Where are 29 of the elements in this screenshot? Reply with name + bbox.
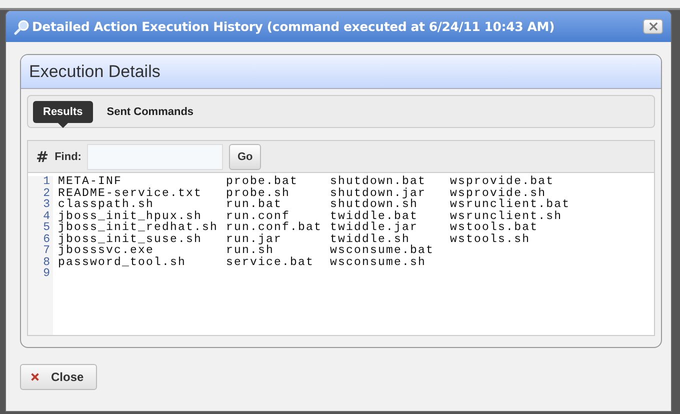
find-field[interactable] xyxy=(87,144,224,170)
find-label: Find: xyxy=(54,150,82,162)
line-number: 5 xyxy=(42,222,50,234)
line-number: 8 xyxy=(42,256,50,268)
output-line: classpath.sh run.bat shutdown.sh wsrunclient.bat xyxy=(58,199,570,210)
line-number: 9 xyxy=(42,268,50,280)
line-number: 6 xyxy=(42,234,50,245)
magnifier-icon xyxy=(14,18,30,34)
output-line: jboss_init_hpux.sh run.conf twiddle.bat wsrunclient.sh xyxy=(58,210,564,222)
close-icon[interactable] xyxy=(643,19,663,34)
window-title: Detailed Action Execution History (command executed at 6/24/11 10:43 AM) xyxy=(32,19,556,34)
line-numbers-toggle[interactable]: # xyxy=(36,148,49,166)
tab-pointer-icon xyxy=(58,122,68,128)
close-button[interactable]: Close xyxy=(20,364,97,390)
output-line: jboss_init_suse.sh run.jar twiddle.sh wstools.sh xyxy=(58,234,532,245)
line-number: 1 xyxy=(42,176,50,188)
line-number: 3 xyxy=(42,199,50,210)
go-button[interactable]: Go xyxy=(229,144,261,170)
output-line: jbosssvc.exe run.sh wsconsume.bat xyxy=(58,245,436,256)
output-line: README-service.txt probe.sh shutdown.jar wsprovide.sh xyxy=(58,188,546,199)
line-number: 2 xyxy=(42,188,50,199)
output-line: META-INF probe.bat shutdown.bat wsprovide.bat xyxy=(58,176,556,188)
output-line: jboss_init_redhat.sh run.conf.bat twiddle.jar wstools.bat xyxy=(58,222,540,234)
panel-title: Execution Details xyxy=(29,62,160,82)
line-number: 7 xyxy=(42,245,50,256)
output-line: password_tool.sh service.bat wsconsume.sh xyxy=(58,256,428,268)
line-number: 4 xyxy=(42,210,50,222)
close-icon xyxy=(31,373,39,381)
tab[interactable]: Sent Commands xyxy=(96,100,204,122)
